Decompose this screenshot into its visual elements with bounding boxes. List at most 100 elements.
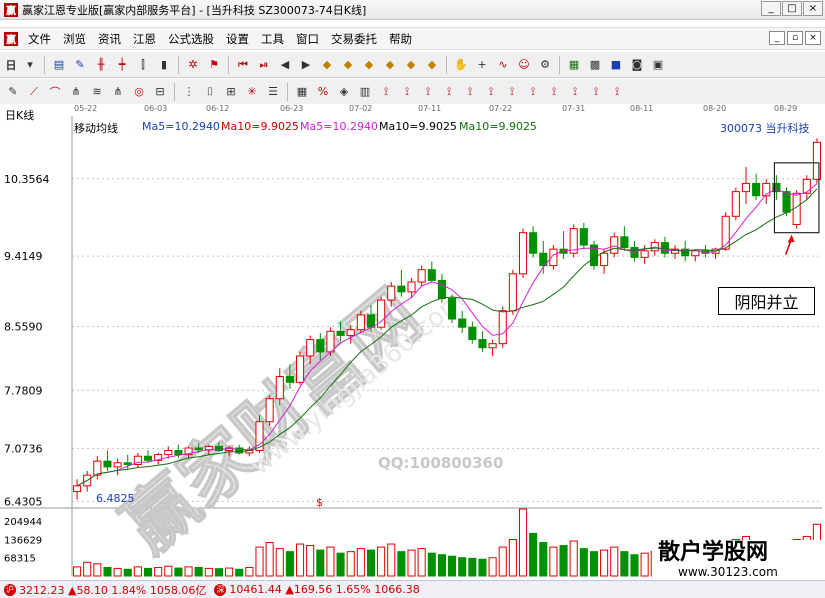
diamond6-icon[interactable]: ◆ [423, 56, 441, 74]
tool7-icon[interactable]: ⟟ [503, 83, 521, 101]
site-url: www.30123.com [678, 565, 778, 579]
tool3-icon[interactable]: ⟟ [419, 83, 437, 101]
volume-bar-down [316, 549, 325, 577]
next-icon[interactable]: ◀ [276, 56, 294, 74]
wave-icon[interactable]: ≋ [88, 83, 106, 101]
tool11-icon[interactable]: ⟟ [587, 83, 605, 101]
bar-icon[interactable]: ┿ [113, 56, 131, 74]
y-tick-label: 8.5590 [4, 320, 43, 333]
menu-help[interactable]: 帮助 [383, 31, 418, 47]
drawing-icon[interactable]: ✎ [71, 56, 89, 74]
crosshair-icon[interactable]: + [473, 56, 491, 74]
diamond3-icon[interactable]: ◆ [360, 56, 378, 74]
box-icon[interactable]: ⊞ [222, 83, 240, 101]
candle-up [610, 236, 619, 254]
kline-icon[interactable]: ╫ [92, 56, 110, 74]
prev-icon[interactable]: ⏯ [255, 56, 273, 74]
first-icon[interactable]: ⏮ [234, 56, 252, 74]
volume-bar-down [143, 567, 153, 577]
chart-style-icon[interactable]: ▤ [50, 56, 68, 74]
gann-icon[interactable]: ✲ [184, 56, 202, 74]
candle-down [103, 460, 112, 468]
zigzag-icon[interactable]: ∿ [494, 56, 512, 74]
save-icon[interactable]: ■ [607, 56, 625, 74]
flag-icon[interactable]: ⚑ [205, 56, 223, 74]
minimize-button[interactable]: _ [761, 1, 781, 16]
candle-down [478, 339, 487, 349]
indicator-name[interactable]: 移动均线 [74, 120, 118, 136]
volume-bar-up [164, 565, 173, 577]
tool5-icon[interactable]: ⟟ [461, 83, 479, 101]
menu-window[interactable]: 窗口 [290, 31, 325, 47]
volume-bar-down [620, 551, 629, 577]
menu-tools[interactable]: 工具 [255, 31, 290, 47]
ma10-value: Ma10=9.9025 [221, 120, 299, 133]
list-icon[interactable]: ☰ [264, 83, 282, 101]
line-icon[interactable]: ⊟ [151, 83, 169, 101]
label-icon[interactable]: ◈ [335, 83, 353, 101]
volume-bar-up [113, 567, 122, 577]
volume-icon[interactable]: ⫿ [134, 56, 152, 74]
toolbar-divider [44, 55, 45, 74]
maximize-button[interactable]: □ [782, 1, 802, 16]
vline-icon[interactable]: ⋮ [180, 83, 198, 101]
volume-bar-down [448, 555, 457, 577]
gear-icon[interactable]: ⚙ [536, 56, 554, 74]
star-icon[interactable]: ✳ [243, 83, 261, 101]
hand-icon[interactable]: ✋ [452, 56, 470, 74]
tool12-icon[interactable]: ⟟ [608, 83, 626, 101]
diamond2-icon[interactable]: ◆ [339, 56, 357, 74]
circle-grid-icon[interactable]: ◎ [130, 83, 148, 101]
candle-down [397, 285, 406, 293]
ruler-icon[interactable]: ▥ [356, 83, 374, 101]
volume-bar-down [579, 548, 588, 577]
tool4-icon[interactable]: ⟟ [440, 83, 458, 101]
percent-icon[interactable]: % [314, 83, 332, 101]
calculator-icon[interactable]: ▩ [586, 56, 604, 74]
toolbar-divider [446, 55, 447, 74]
menu-settings[interactable]: 设置 [220, 31, 255, 47]
mdi-close-button[interactable]: × [805, 31, 821, 45]
tool2-icon[interactable]: ⟟ [398, 83, 416, 101]
candle-up [295, 355, 305, 383]
pencil-icon[interactable]: ✎ [4, 83, 22, 101]
menu-browse[interactable]: 浏览 [57, 31, 92, 47]
menu-file[interactable]: 文件 [22, 31, 57, 47]
diamond4-icon[interactable]: ◆ [381, 56, 399, 74]
tool9-icon[interactable]: ⟟ [545, 83, 563, 101]
candle-down [285, 376, 294, 383]
fork2-icon[interactable]: ⋔ [109, 83, 127, 101]
tool10-icon[interactable]: ⟟ [566, 83, 584, 101]
menu-info[interactable]: 资讯 [92, 31, 127, 47]
face-icon[interactable]: ☺ [515, 56, 533, 74]
period-selector[interactable]: 日 [4, 56, 18, 74]
diamond5-icon[interactable]: ◆ [402, 56, 420, 74]
camera-icon[interactable]: ◙ [628, 56, 646, 74]
tool6-icon[interactable]: ⟟ [482, 83, 500, 101]
menu-gann[interactable]: 江恩 [127, 31, 162, 47]
fork-icon[interactable]: ⋔ [67, 83, 85, 101]
grid-icon[interactable]: ▦ [293, 83, 311, 101]
tool8-icon[interactable]: ⟟ [524, 83, 542, 101]
dropdown-icon[interactable]: ▾ [21, 56, 39, 74]
menu-formula[interactable]: 公式选股 [162, 31, 220, 47]
volume-bar-up [387, 543, 396, 577]
mdi-restore-button[interactable]: ▫ [787, 31, 803, 45]
menu-trade[interactable]: 交易委托 [325, 31, 383, 47]
tool1-icon[interactable]: ⟟ [377, 83, 395, 101]
kline-chart[interactable]: 赢家财富网 www.yingjia360.com 10.3564 9.4149 8.… [0, 116, 825, 580]
candle-down [458, 318, 467, 328]
title-bar: 赢 赢家江恩专业版[赢家内部服务平台] - [当升科技 SZ300073-74日… [0, 0, 825, 20]
arc-icon[interactable]: ⌒ [46, 83, 64, 101]
diamond1-icon[interactable]: ◆ [318, 56, 336, 74]
mdi-minimize-button[interactable]: _ [769, 31, 785, 45]
cursor-icon[interactable]: ▮ [155, 56, 173, 74]
sz-index-value: 10461.44 ▲169.56 1.65% 1066.38 [229, 583, 420, 596]
truck-icon[interactable]: ▣ [649, 56, 667, 74]
fan-icon[interactable]: ⟋ [25, 83, 43, 101]
calendar-icon[interactable]: ▦ [565, 56, 583, 74]
last-icon[interactable]: ▶ [297, 56, 315, 74]
annotation-arrowhead [787, 234, 795, 243]
bracket-icon[interactable]: ⌷ [201, 83, 219, 101]
close-button[interactable]: × [803, 1, 823, 16]
